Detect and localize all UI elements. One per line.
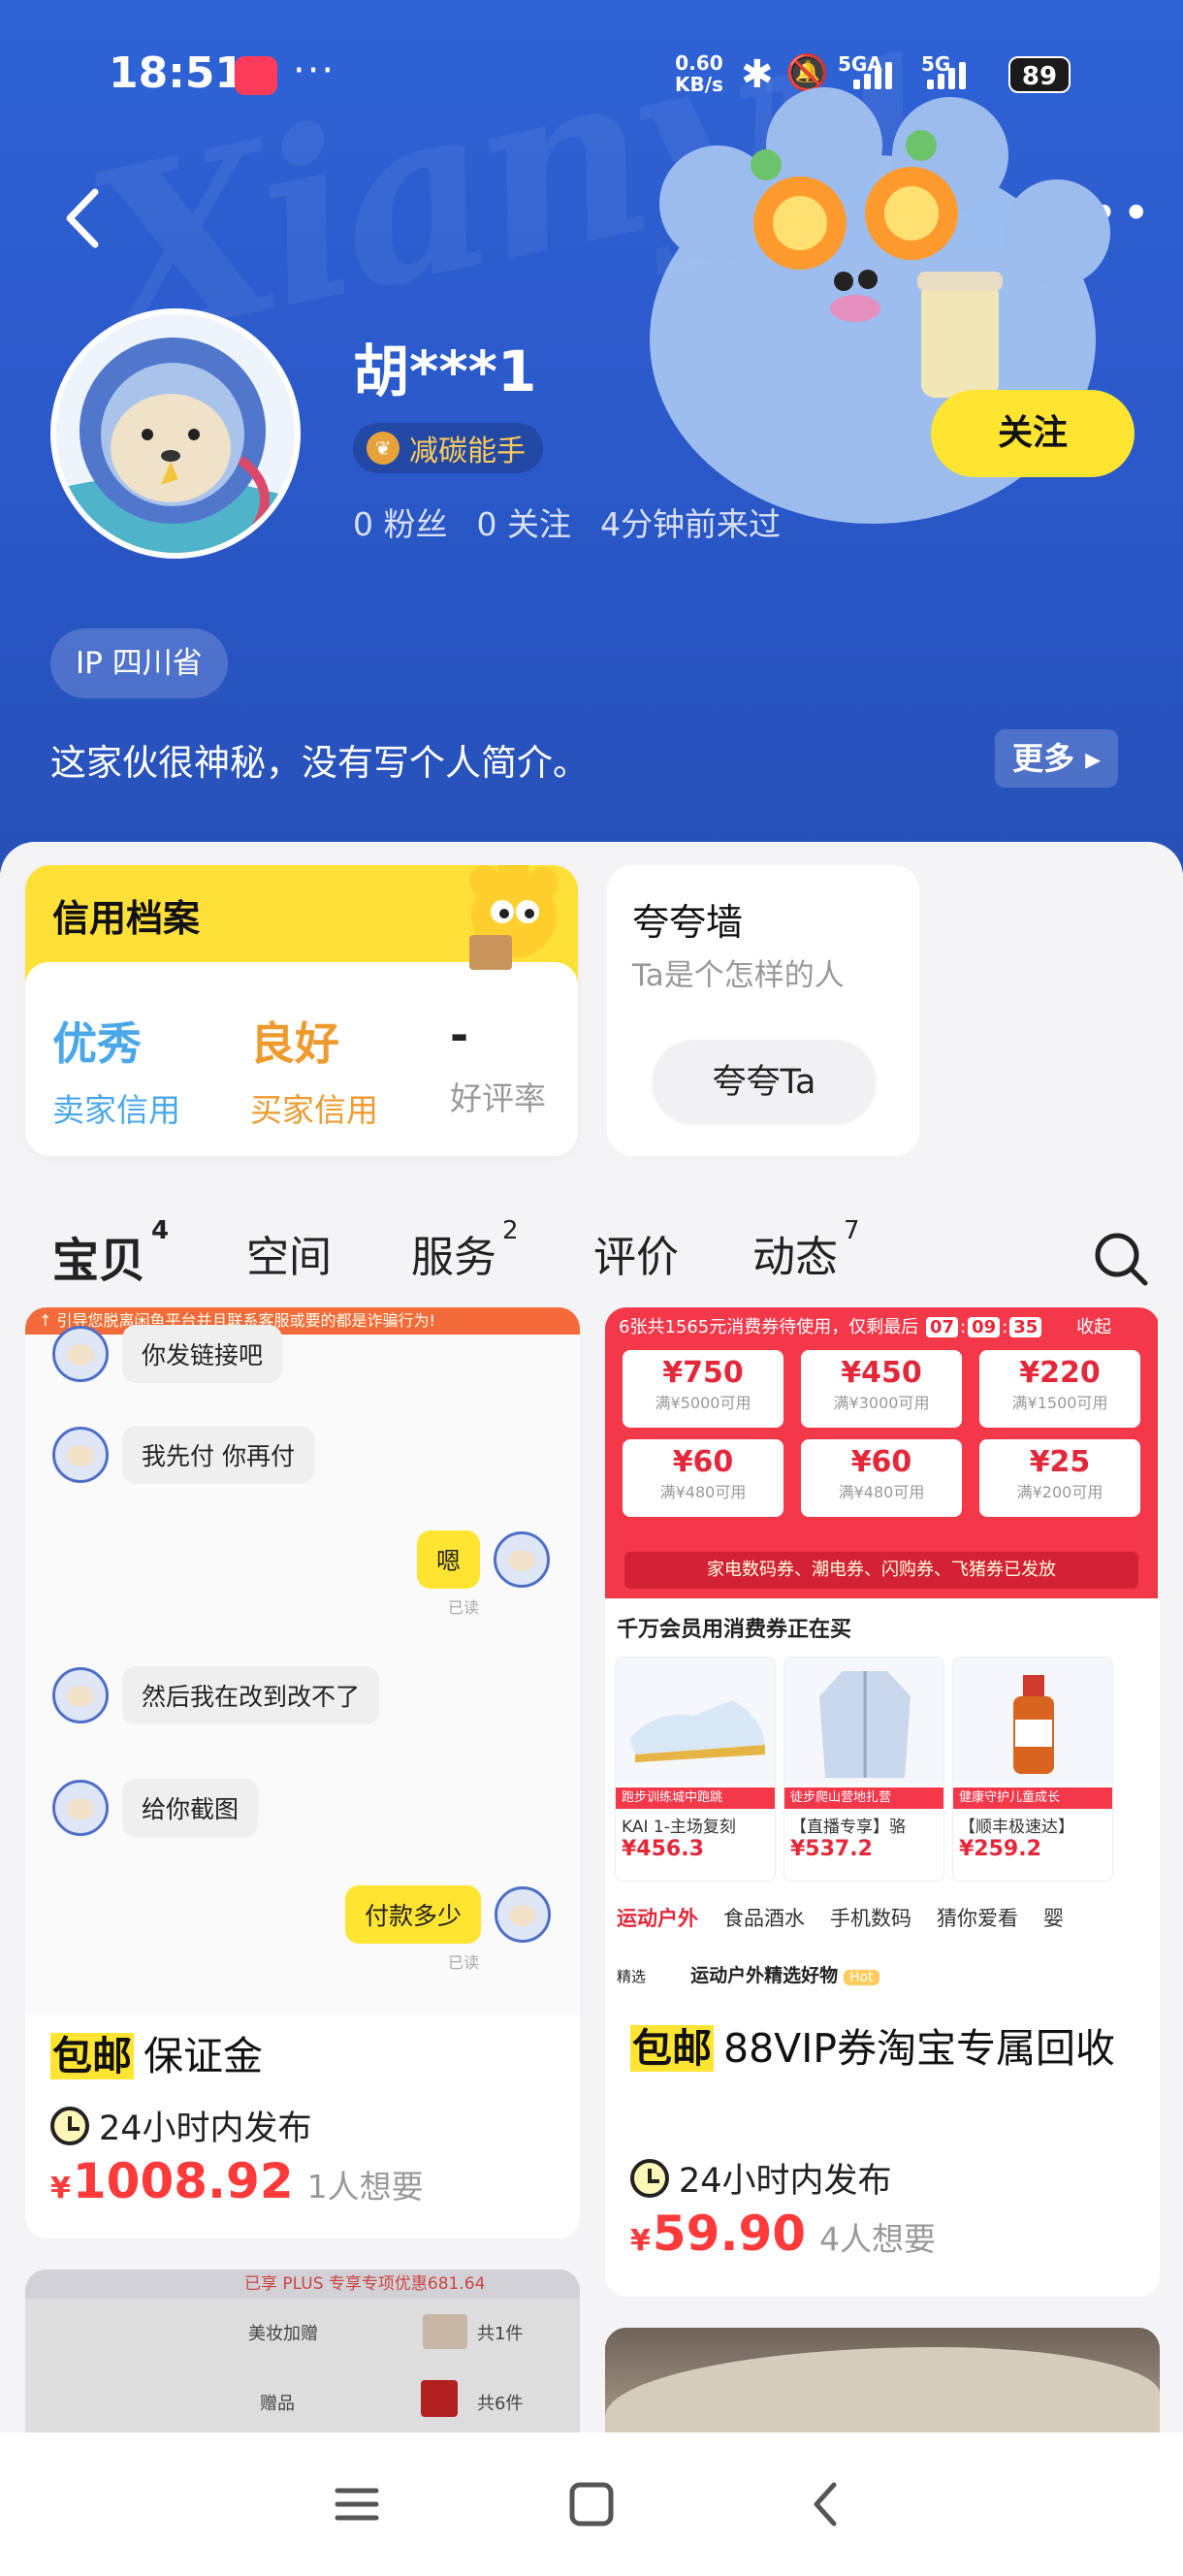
chat-avatar [52, 1780, 109, 1836]
badge-tag[interactable]: ❦ 减碳能手 [353, 423, 543, 473]
home-icon[interactable] [562, 2475, 621, 2533]
chat-avatar [494, 1531, 551, 1588]
product-title: 包邮 88VIP券淘宝专属回收 [630, 2025, 1116, 2072]
jacket-image [784, 1658, 943, 1784]
profile-header: Xianyu 18:51 ··· 0.60 KB/s ✱ 🔕 5GA 5G 89… [0, 0, 1183, 873]
product-image [605, 2328, 1160, 2432]
back-nav-icon[interactable] [797, 2475, 855, 2533]
fans-count[interactable]: 0 粉丝 [353, 499, 448, 545]
product-card[interactable]: 6张共1565元消费券待使用，仅剩最后 07:09:35 收起 ¥750 满¥50… [605, 1307, 1160, 2297]
shoe-image [616, 1658, 775, 1784]
app-notification-icon [235, 56, 277, 95]
credit-title: 信用档案 [52, 897, 201, 940]
tab-services[interactable]: 服务2 [411, 1216, 519, 1284]
chat-avatar [52, 1427, 109, 1483]
status-more-icon: ··· [293, 48, 336, 93]
praise-subtitle: Ta是个怎样的人 [632, 958, 845, 993]
free-shipping-tag: 包邮 [630, 2025, 714, 2072]
rating-credit: - 好评率 [450, 1009, 546, 1117]
clock-icon [50, 2106, 89, 2145]
product-card[interactable]: 已享 PLUS 专享专项优惠681.64 美妆加赠 共1件 赠品 共6件 [25, 2270, 580, 2432]
product-card[interactable] [605, 2328, 1160, 2432]
praise-title: 夸夸墙 [632, 901, 744, 944]
credit-card[interactable]: 信用档案 优秀 卖家信用 良好 买家信用 - 好评率 [25, 865, 578, 1156]
avatar[interactable] [50, 308, 301, 559]
medicine-bottle-image [953, 1658, 1112, 1784]
product-price: ¥ 59.90 4人想要 [630, 2206, 937, 2262]
bio-text: 这家伙很神秘，没有写个人简介。 [50, 742, 589, 784]
leaf-icon: ❦ [367, 432, 400, 465]
gift-thumb [423, 2314, 467, 2349]
follow-button[interactable]: 关注 [931, 390, 1135, 477]
product-image: 6张共1565元消费券待使用，仅剩最后 07:09:35 收起 ¥750 满¥50… [605, 1307, 1160, 2006]
praise-wall-card[interactable]: 夸夸墙 Ta是个怎样的人 夸夸Ta [607, 865, 919, 1156]
product-price: ¥ 1008.92 1人想要 [50, 2153, 424, 2209]
signal2-icon [927, 62, 966, 89]
main-content: 信用档案 优秀 卖家信用 良好 买家信用 - 好评率 夸夸墙 Ta是个怎样的人 … [0, 842, 1183, 2432]
chat-avatar [495, 1886, 552, 1943]
praise-button[interactable]: 夸夸Ta [652, 1040, 877, 1125]
clock-icon [630, 2158, 669, 2198]
product-card[interactable]: ↑ 引导您脱离闲鱼平台并且联系客服或要的都是诈骗行为! 你发链接吧 我先付 你再… [25, 1307, 580, 2238]
signal1-icon [853, 62, 892, 89]
publish-time: 24小时内发布 [630, 2153, 892, 2203]
profile-tabs: 宝贝4 空间 服务2 评价 动态7 [0, 1208, 1183, 1315]
following-count[interactable]: 0 关注 [477, 499, 572, 545]
tab-feed[interactable]: 动态7 [752, 1216, 860, 1284]
buyer-credit: 良好 买家信用 [250, 1017, 378, 1129]
tab-space[interactable]: 空间 [246, 1222, 332, 1284]
credit-mascot-icon [469, 865, 559, 970]
product-title: 包邮 保证金 [50, 2033, 263, 2079]
product-image: 已享 PLUS 专享专项优惠681.64 美妆加赠 共1件 赠品 共6件 [25, 2270, 580, 2432]
more-bio-button[interactable]: 更多 ▸ [995, 729, 1119, 788]
product-image: ↑ 引导您脱离闲鱼平台并且联系客服或要的都是诈骗行为! 你发链接吧 我先付 你再… [25, 1307, 580, 2015]
ip-location-chip: IP 四川省 [50, 628, 228, 698]
free-shipping-tag: 包邮 [50, 2033, 134, 2079]
chat-avatar [52, 1667, 109, 1723]
tab-reviews[interactable]: 评价 [593, 1222, 679, 1284]
last-seen: 4分钟前来过 [600, 505, 781, 543]
menu-icon[interactable] [328, 2475, 386, 2533]
profile-stats: 0 粉丝 0 关注 4分钟前来过 [353, 499, 781, 545]
badge-label: 减碳能手 [409, 435, 526, 468]
search-icon[interactable] [1092, 1230, 1150, 1288]
seller-credit: 优秀 卖家信用 [52, 1017, 180, 1129]
gift-thumb [421, 2380, 458, 2417]
system-nav-bar [0, 2432, 1183, 2576]
back-icon[interactable] [58, 184, 107, 252]
nickname: 胡***1 [353, 338, 537, 404]
avatar-image [56, 314, 295, 553]
caret-right-icon: ▸ [1085, 740, 1102, 777]
publish-time: 24小时内发布 [50, 2101, 312, 2150]
chat-avatar [52, 1326, 109, 1382]
tab-items[interactable]: 宝贝4 [52, 1216, 169, 1290]
status-time: 18:51 [109, 48, 245, 98]
